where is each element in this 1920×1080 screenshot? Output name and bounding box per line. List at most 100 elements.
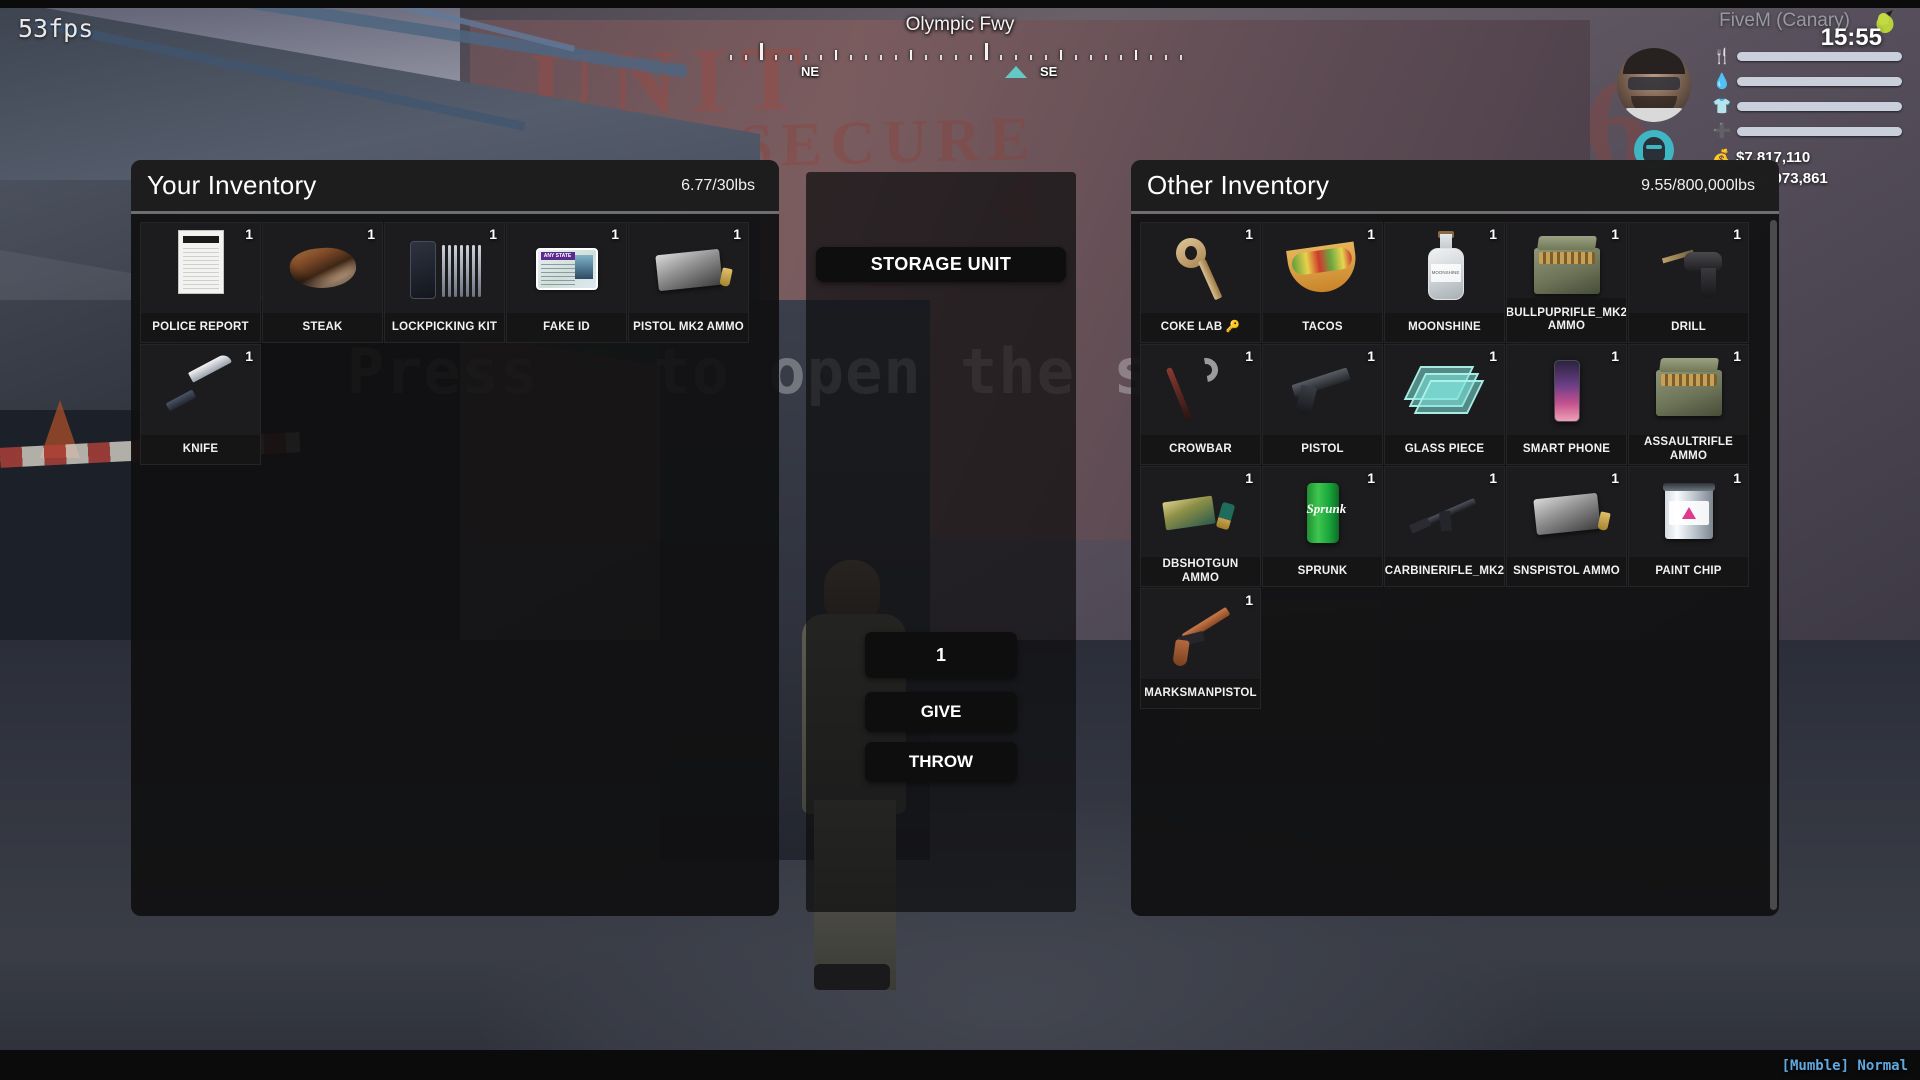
other-inventory-grid[interactable]: 1 COKE LAB 🔑 1 TACOS 1 MOONSHINE MOONSHINE 1 BUL… <box>1131 214 1779 709</box>
other-inventory-panel[interactable]: Other Inventory 9.55/800,000lbs 1 COKE LA… <box>1131 160 1779 916</box>
health-bar <box>1737 127 1902 136</box>
status-row-armor: 👕 <box>1712 98 1902 115</box>
inventory-slot[interactable]: 1 GLASS PIECE <box>1384 344 1505 465</box>
item-count: 1 <box>1611 226 1619 242</box>
item-icon: MOONSHINE <box>1385 225 1504 313</box>
compass-direction-se: SE <box>1040 64 1058 79</box>
item-count: 1 <box>245 226 253 242</box>
item-label: FAKE ID <box>507 313 626 342</box>
inventory-slot[interactable]: 1 STEAK <box>262 222 383 343</box>
item-icon <box>1263 225 1382 313</box>
inventory-slot[interactable]: 1 ASSAULTRIFLE AMMO <box>1628 344 1749 465</box>
status-bars: 🍴 💧 👕 ➕ <box>1712 48 1902 140</box>
item-count: 1 <box>489 226 497 242</box>
inventory-slot[interactable]: 1 CARBINERIFLE_MK2 <box>1384 466 1505 587</box>
inventory-slot[interactable]: 1 CROWBAR <box>1140 344 1261 465</box>
player-inventory-header: Your Inventory 6.77/30lbs <box>131 160 779 214</box>
inventory-slot[interactable]: 1 BULLPUPRIFLE_MK2 AMMO <box>1506 222 1627 343</box>
thirst-bar <box>1737 77 1902 86</box>
item-icon <box>1507 347 1626 435</box>
compass-direction-ne: NE <box>801 64 820 79</box>
item-icon <box>385 225 504 313</box>
inventory-slot[interactable]: 1 COKE LAB 🔑 <box>1140 222 1261 343</box>
inventory-slot[interactable]: 1 DBSHOTGUN AMMO <box>1140 466 1261 587</box>
item-label: TACOS <box>1263 313 1382 342</box>
armor-bar <box>1737 102 1902 111</box>
item-icon: Sprunk <box>1263 469 1382 557</box>
give-button[interactable]: GIVE <box>865 692 1017 732</box>
item-icon <box>1629 347 1748 435</box>
item-label: STEAK <box>263 313 382 342</box>
item-label: MOONSHINE <box>1385 313 1504 342</box>
item-label: PISTOL MK2 AMMO <box>629 313 748 342</box>
item-label: SMART PHONE <box>1507 435 1626 464</box>
item-count: 1 <box>245 348 253 364</box>
thirst-icon: 💧 <box>1712 73 1732 90</box>
throw-button[interactable]: THROW <box>865 742 1017 782</box>
hunger-bar <box>1737 52 1902 61</box>
inventory-scrollbar[interactable] <box>1770 220 1777 910</box>
street-name: Olympic Fwy <box>905 14 1015 35</box>
armor-icon: 👕 <box>1712 98 1732 115</box>
inventory-slot[interactable]: 1 ANY STATE FAKE ID <box>506 222 627 343</box>
compass-marker-icon <box>1005 66 1027 78</box>
item-icon <box>1141 469 1260 557</box>
inventory-slot[interactable]: 1 MARKSMANPISTOL <box>1140 588 1261 709</box>
item-label: DBSHOTGUN AMMO <box>1141 557 1260 586</box>
inventory-slot[interactable]: 1 LOCKPICKING KIT <box>384 222 505 343</box>
storage-unit-button[interactable]: STORAGE UNIT <box>816 247 1066 282</box>
item-label: PAINT CHIP <box>1629 557 1748 586</box>
item-label: DRILL <box>1629 313 1748 342</box>
item-count: 1 <box>733 226 741 242</box>
other-inventory-header: Other Inventory 9.55/800,000lbs <box>1131 160 1779 214</box>
item-label: COKE LAB 🔑 <box>1141 313 1260 342</box>
item-count: 1 <box>1245 470 1253 486</box>
item-count: 1 <box>1367 226 1375 242</box>
item-icon <box>629 225 748 313</box>
status-row-thirst: 💧 <box>1712 73 1902 90</box>
mumble-status: [Mumble] Normal <box>1781 1058 1908 1074</box>
inventory-slot[interactable]: 1 TACOS <box>1262 222 1383 343</box>
inventory-slot[interactable]: 1 DRILL <box>1628 222 1749 343</box>
letterbox-bottom <box>0 1050 1920 1080</box>
item-label: BULLPUPRIFLE_MK2 AMMO <box>1507 298 1626 342</box>
health-icon: ➕ <box>1712 123 1732 140</box>
amount-input[interactable]: 1 <box>865 632 1017 678</box>
inventory-slot[interactable]: 1 SMART PHONE <box>1506 344 1627 465</box>
item-icon <box>1385 469 1504 557</box>
item-count: 1 <box>1489 348 1497 364</box>
avatar <box>1617 48 1691 122</box>
inventory-slot[interactable]: 1 POLICE REPORT <box>140 222 261 343</box>
item-label: CROWBAR <box>1141 435 1260 464</box>
item-count: 1 <box>1367 348 1375 364</box>
item-icon <box>1263 347 1382 435</box>
inventory-slot[interactable]: 1 PISTOL MK2 AMMO <box>628 222 749 343</box>
item-icon <box>1141 591 1260 679</box>
player-inventory-weight: 6.77/30lbs <box>681 176 755 194</box>
item-count: 1 <box>1733 470 1741 486</box>
item-icon <box>141 347 260 435</box>
inventory-slot[interactable]: 1 KNIFE <box>140 344 261 465</box>
item-count: 1 <box>1367 470 1375 486</box>
item-icon <box>1629 469 1748 557</box>
hunger-icon: 🍴 <box>1712 48 1732 65</box>
item-count: 1 <box>367 226 375 242</box>
item-icon <box>1385 347 1504 435</box>
other-inventory-weight: 9.55/800,000lbs <box>1641 176 1755 194</box>
item-count: 1 <box>1733 348 1741 364</box>
item-count: 1 <box>1245 592 1253 608</box>
inventory-slot[interactable]: 1 PAINT CHIP <box>1628 466 1749 587</box>
other-inventory-title: Other Inventory <box>1147 170 1330 200</box>
item-label: PISTOL <box>1263 435 1382 464</box>
item-label: ASSAULTRIFLE AMMO <box>1629 435 1748 464</box>
inventory-slot[interactable]: 1 PISTOL <box>1262 344 1383 465</box>
player-inventory-grid[interactable]: 1 POLICE REPORT 1 STEAK 1 LOCKPICKING KIT 1 ANY… <box>131 214 779 465</box>
player-inventory-title: Your Inventory <box>147 170 317 200</box>
inventory-slot[interactable]: 1 SNSPISTOL AMMO <box>1506 466 1627 587</box>
item-icon <box>1141 347 1260 435</box>
inventory-slot[interactable]: 1 Sprunk SPRUNK <box>1262 466 1383 587</box>
item-count: 1 <box>1611 348 1619 364</box>
inventory-slot[interactable]: 1 MOONSHINE MOONSHINE <box>1384 222 1505 343</box>
player-inventory-panel[interactable]: Your Inventory 6.77/30lbs 1 POLICE REPORT… <box>131 160 779 916</box>
action-panel: STORAGE UNIT 1 GIVE THROW <box>806 172 1076 912</box>
